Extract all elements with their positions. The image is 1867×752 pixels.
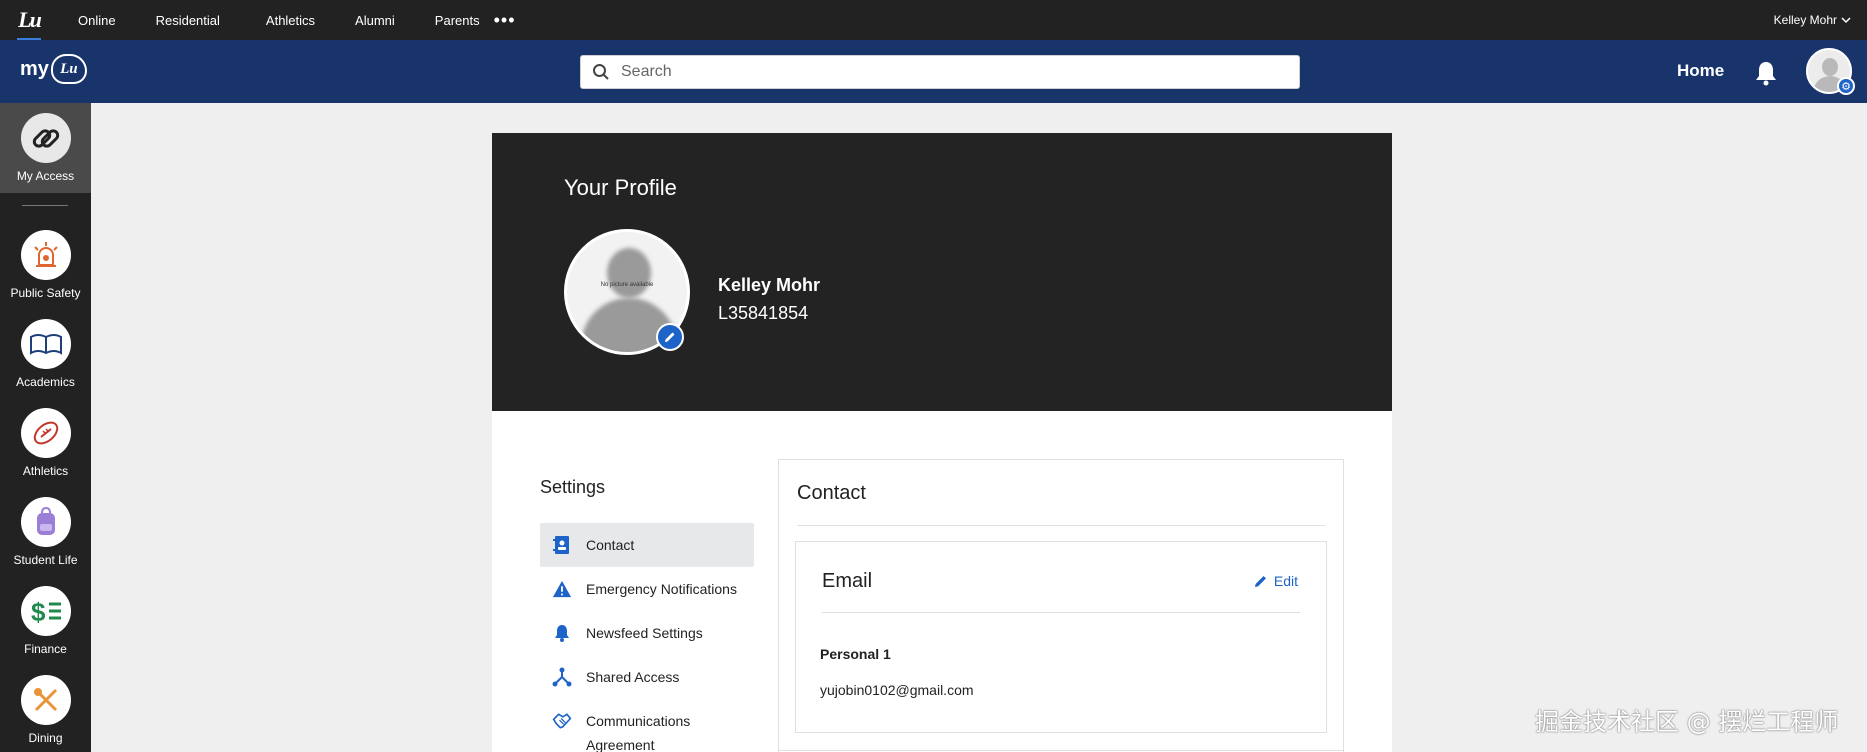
football-icon (20, 408, 71, 458)
svg-text:$: $ (31, 597, 46, 627)
page-title: Your Profile (564, 175, 677, 200)
email-section: Email Edit Personal 1 yujobin0102@gmail.… (795, 541, 1327, 733)
share-icon (552, 665, 572, 689)
settings-item-label: Contact (586, 537, 635, 553)
more-menu-icon[interactable]: ••• (494, 10, 516, 31)
settings-item-label: Newsfeed Settings (586, 625, 703, 641)
home-link[interactable]: Home (1677, 61, 1724, 81)
rail-item-my-access[interactable]: My Access (0, 103, 91, 193)
cloud-icon: Lu (50, 54, 87, 84)
rail-label: Finance (24, 642, 67, 656)
no-picture-text: No picture available (600, 282, 654, 288)
profile-id: L35841854 (718, 303, 809, 323)
rail-item-academics[interactable]: Academics (0, 319, 91, 389)
notifications-bell-icon[interactable] (1754, 60, 1778, 91)
rail-label: Academics (16, 375, 75, 389)
settings-item-contact[interactable]: Contact (540, 523, 754, 567)
backpack-icon (20, 497, 71, 547)
finance-icon: $ (20, 586, 71, 636)
handshake-icon (552, 709, 572, 733)
warning-icon (552, 577, 572, 601)
settings-gear-icon[interactable]: ⚙ (1837, 77, 1855, 95)
pencil-icon (1254, 576, 1266, 587)
book-icon (20, 319, 71, 369)
email-title: Email (822, 570, 873, 592)
settings-item-shared-access[interactable]: Shared Access (540, 655, 754, 699)
search-bar[interactable] (580, 55, 1300, 89)
profile-name: Kelley Mohr (718, 275, 821, 295)
divider (822, 612, 1300, 613)
settings-title: Settings (540, 477, 606, 497)
profile-hero: Your Profile No picture available Kelley… (492, 133, 1392, 411)
rail-item-athletics[interactable]: Athletics (0, 408, 91, 478)
chevron-down-icon (1841, 17, 1851, 24)
silhouette-head (607, 248, 651, 298)
contact-card-icon (552, 533, 572, 557)
rail-label: Athletics (22, 464, 69, 478)
utensils-icon (20, 675, 71, 725)
nav-link-residential[interactable]: Residential (156, 13, 220, 28)
rail-label: Dining (28, 731, 63, 745)
rail-divider (22, 205, 68, 206)
email-entry-label: Personal 1 (820, 646, 891, 662)
avatar-head (1822, 58, 1838, 76)
rail-item-public-safety[interactable]: Public Safety (0, 230, 91, 300)
settings-item-emergency-notifications[interactable]: Emergency Notifications (540, 567, 754, 611)
settings-item-label: Communications Agreement (586, 713, 691, 752)
edit-email-button[interactable]: Edit (1254, 573, 1298, 589)
nav-link-parents[interactable]: Parents (435, 13, 480, 28)
nav-link-online[interactable]: Online (78, 13, 116, 28)
pencil-icon (665, 332, 675, 342)
left-rail: My Access Public Safety Academics Athlet… (0, 103, 91, 752)
edit-picture-button[interactable] (656, 323, 684, 351)
watermark: 掘金技术社区 @ 摆烂工程师 (1535, 708, 1839, 736)
user-menu[interactable]: Kelley Mohr (1774, 0, 1851, 40)
nav-link-alumni[interactable]: Alumni (355, 13, 395, 28)
settings-item-newsfeed-settings[interactable]: Newsfeed Settings (540, 611, 754, 655)
mylu-logo[interactable]: my Lu (20, 54, 87, 84)
email-entry-value: yujobin0102@gmail.com (820, 682, 974, 698)
link-icon (20, 113, 71, 163)
logo-text: Lu (18, 7, 42, 32)
settings-menu: Contact Emergency Notifications Newsfeed… (540, 523, 754, 752)
rail-item-dining[interactable]: Dining (0, 675, 91, 745)
rail-label: Public Safety (10, 286, 81, 300)
rail-label: Student Life (13, 553, 78, 567)
user-name: Kelley Mohr (1773, 13, 1837, 27)
settings-item-label: Emergency Notifications (586, 581, 737, 597)
contact-title: Contact (797, 482, 866, 504)
rail-item-finance[interactable]: $ Finance (0, 586, 91, 656)
rail-item-student-life[interactable]: Student Life (0, 497, 91, 567)
search-input[interactable] (621, 63, 1281, 81)
edit-label: Edit (1273, 573, 1298, 589)
liberty-logo[interactable]: Lu (0, 0, 58, 40)
profile-card: Your Profile No picture available Kelley… (492, 133, 1392, 752)
nav-link-athletics[interactable]: Athletics (266, 13, 315, 28)
brand-my: my (20, 57, 49, 80)
brand-lu: Lu (60, 60, 78, 77)
top-nav-bar: Lu Online Residential Athletics Alumni P… (0, 0, 1867, 40)
settings-item-label: Shared Access (586, 669, 680, 685)
app-header: my Lu Home ⚙ (0, 40, 1867, 103)
siren-icon (20, 230, 71, 280)
divider (779, 750, 1343, 751)
search-icon (581, 63, 621, 81)
contact-panel: Contact Email Edit Personal 1 yujobin010… (778, 459, 1344, 752)
bell-icon (552, 621, 572, 645)
rail-label: My Access (16, 169, 75, 183)
settings-item-communications-agreement[interactable]: Communications Agreement (540, 699, 754, 752)
divider (797, 525, 1325, 526)
